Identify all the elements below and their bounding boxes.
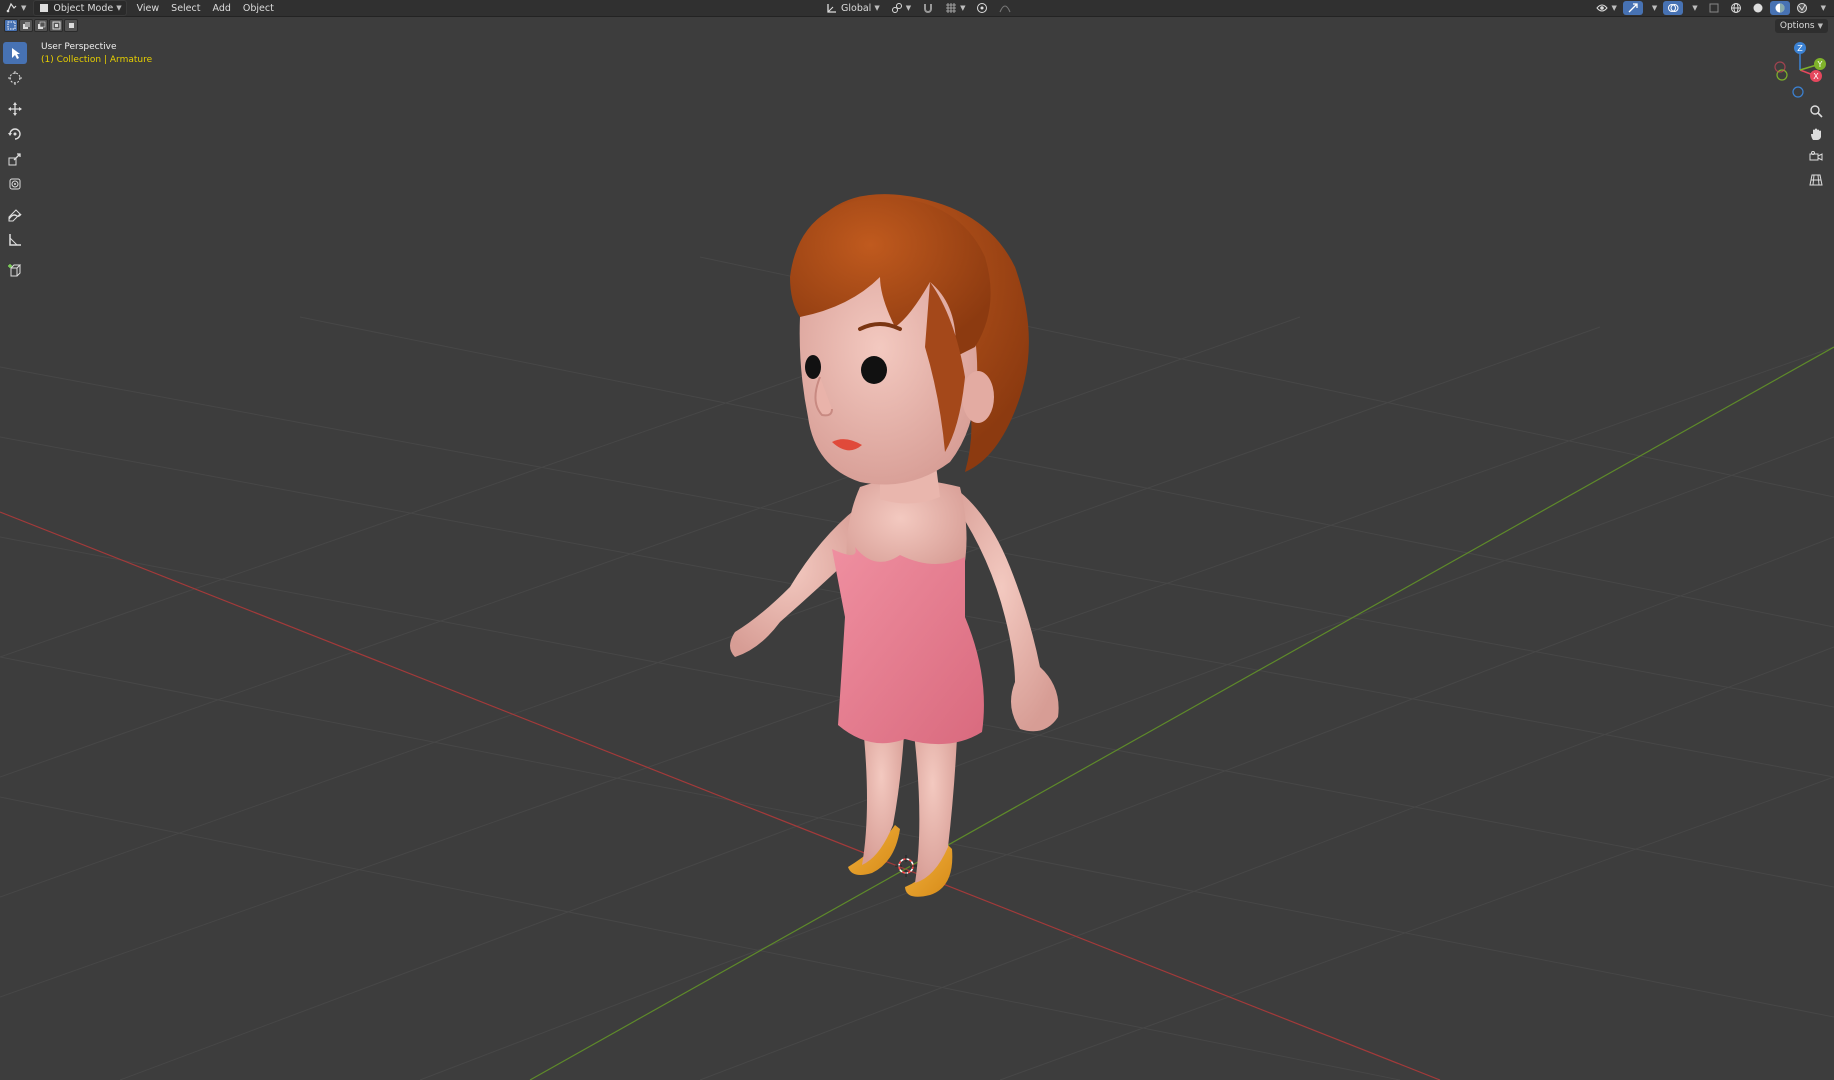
- pivot-point-dropdown[interactable]: ▼: [887, 1, 915, 15]
- xray-icon: [1708, 2, 1720, 14]
- viewport-header: ▼ Object Mode ▼ View Select Add Object G…: [0, 0, 1834, 17]
- rendered-sphere-icon: [1796, 2, 1808, 14]
- header-right-group: ▼ ▼ ▼ ▼: [1592, 1, 1830, 15]
- move-arrows-icon: [8, 102, 22, 116]
- navigation-gizmo[interactable]: Z Y X: [1770, 40, 1830, 100]
- scale-tool[interactable]: [3, 148, 27, 170]
- pivot-icon: [891, 2, 903, 14]
- gizmo-toggle[interactable]: [1622, 1, 1643, 15]
- visibility-dropdown[interactable]: ▼: [1592, 1, 1620, 15]
- hand-icon: [1811, 128, 1821, 140]
- character-model[interactable]: [730, 194, 1059, 897]
- chevron-down-icon: ▼: [1820, 4, 1826, 12]
- ruler-icon: [9, 234, 21, 246]
- zoom-button[interactable]: [1806, 102, 1826, 120]
- chevron-down-icon: ▼: [1692, 4, 1698, 12]
- 3d-cursor[interactable]: [895, 855, 917, 877]
- falloff-curve-icon: [999, 2, 1011, 14]
- chevron-down-icon: ▼: [1651, 4, 1658, 12]
- overlays-dropdown[interactable]: ▼: [1685, 1, 1701, 15]
- navigation-buttons: [1806, 102, 1826, 189]
- overlays-toggle[interactable]: [1663, 1, 1684, 15]
- x-axis-line: [0, 511, 1441, 1080]
- falloff-dropdown[interactable]: [995, 1, 1015, 15]
- projection-toggle-button[interactable]: [1806, 171, 1826, 189]
- transform-icon: [9, 178, 21, 190]
- proportional-edit-toggle[interactable]: [972, 1, 992, 15]
- shading-rendered[interactable]: [1792, 1, 1812, 15]
- chevron-down-icon: ▼: [116, 4, 122, 12]
- shading-material[interactable]: [1769, 1, 1790, 15]
- view-name-text: User Perspective: [41, 42, 117, 52]
- pencil-icon: [8, 209, 22, 222]
- gizmo-icon: [1627, 2, 1639, 14]
- add-cube-tool[interactable]: [3, 260, 27, 282]
- viewport-info-overlay: User Perspective (1) Collection | Armatu…: [41, 41, 152, 67]
- right-eye: [861, 356, 887, 384]
- proportional-edit-icon: [976, 2, 988, 14]
- eye-icon: [1596, 2, 1609, 14]
- 3d-viewport-canvas[interactable]: [0, 17, 1834, 1080]
- snap-target-dropdown[interactable]: ▼: [941, 1, 969, 15]
- menu-view[interactable]: View: [133, 1, 164, 15]
- move-tool[interactable]: [3, 98, 27, 120]
- grid-perspective-icon: [1809, 174, 1823, 186]
- select-cursor-icon: [12, 48, 20, 59]
- collection-info-text: (1) Collection | Armature: [41, 55, 153, 65]
- y-axis-line: [529, 346, 1834, 1080]
- rotate-icon: [8, 128, 21, 140]
- 3d-cursor-icon: [8, 71, 22, 85]
- gizmo-dropdown[interactable]: ▼: [1645, 1, 1661, 15]
- shading-dropdown[interactable]: ▼: [1814, 1, 1830, 15]
- editor-type-button[interactable]: ▼: [2, 1, 30, 15]
- menu-add[interactable]: Add: [208, 1, 234, 15]
- pan-button[interactable]: [1806, 125, 1826, 143]
- material-sphere-icon: [1774, 2, 1786, 14]
- orientation-label: Global: [841, 2, 872, 14]
- chevron-down-icon: ▼: [21, 4, 27, 12]
- ear: [962, 371, 994, 423]
- camera-view-button[interactable]: [1806, 148, 1826, 166]
- measure-tool[interactable]: [3, 229, 27, 251]
- menu-select[interactable]: Select: [167, 1, 204, 15]
- rotate-tool[interactable]: [3, 123, 27, 145]
- mode-dropdown[interactable]: Object Mode ▼: [33, 0, 127, 16]
- editor-type-icon: [6, 2, 18, 14]
- scale-icon: [8, 153, 21, 166]
- orientation-icon: [826, 2, 838, 14]
- transform-tool[interactable]: [3, 173, 27, 195]
- left-eye: [805, 355, 821, 379]
- shading-solid[interactable]: [1748, 1, 1768, 15]
- gizmo-y-label: Y: [1817, 60, 1823, 69]
- wireframe-sphere-icon: [1730, 2, 1742, 14]
- header-center-group: Global ▼ ▼ ▼: [822, 1, 1015, 15]
- gizmo-neg-z-handle[interactable]: [1792, 86, 1804, 98]
- solid-sphere-icon: [1752, 2, 1764, 14]
- object-mode-icon: [38, 2, 50, 14]
- chevron-down-icon: ▼: [874, 4, 880, 12]
- mode-label: Object Mode: [53, 2, 114, 14]
- add-cube-icon: [8, 264, 22, 277]
- snap-toggle[interactable]: [918, 1, 938, 15]
- menu-object[interactable]: Object: [239, 1, 278, 15]
- camera-icon: [1809, 151, 1823, 161]
- cursor-tool[interactable]: [3, 67, 27, 89]
- select-box-tool[interactable]: [3, 42, 27, 64]
- chevron-down-icon: ▼: [1611, 4, 1617, 12]
- overlays-icon: [1667, 2, 1679, 14]
- magnifier-icon: [1810, 105, 1823, 118]
- xray-toggle[interactable]: [1704, 1, 1724, 15]
- gizmo-x-label: X: [1813, 72, 1819, 81]
- tool-shelf: [2, 42, 28, 285]
- chevron-down-icon: ▼: [960, 4, 966, 12]
- magnet-icon: [922, 2, 934, 14]
- annotate-tool[interactable]: [3, 204, 27, 226]
- dress: [832, 547, 984, 745]
- snap-grid-icon: [945, 2, 957, 14]
- gizmo-z-label: Z: [1797, 44, 1803, 53]
- chevron-down-icon: ▼: [905, 4, 912, 12]
- transform-orientation-dropdown[interactable]: Global ▼: [822, 1, 884, 15]
- shading-wireframe[interactable]: [1726, 1, 1746, 15]
